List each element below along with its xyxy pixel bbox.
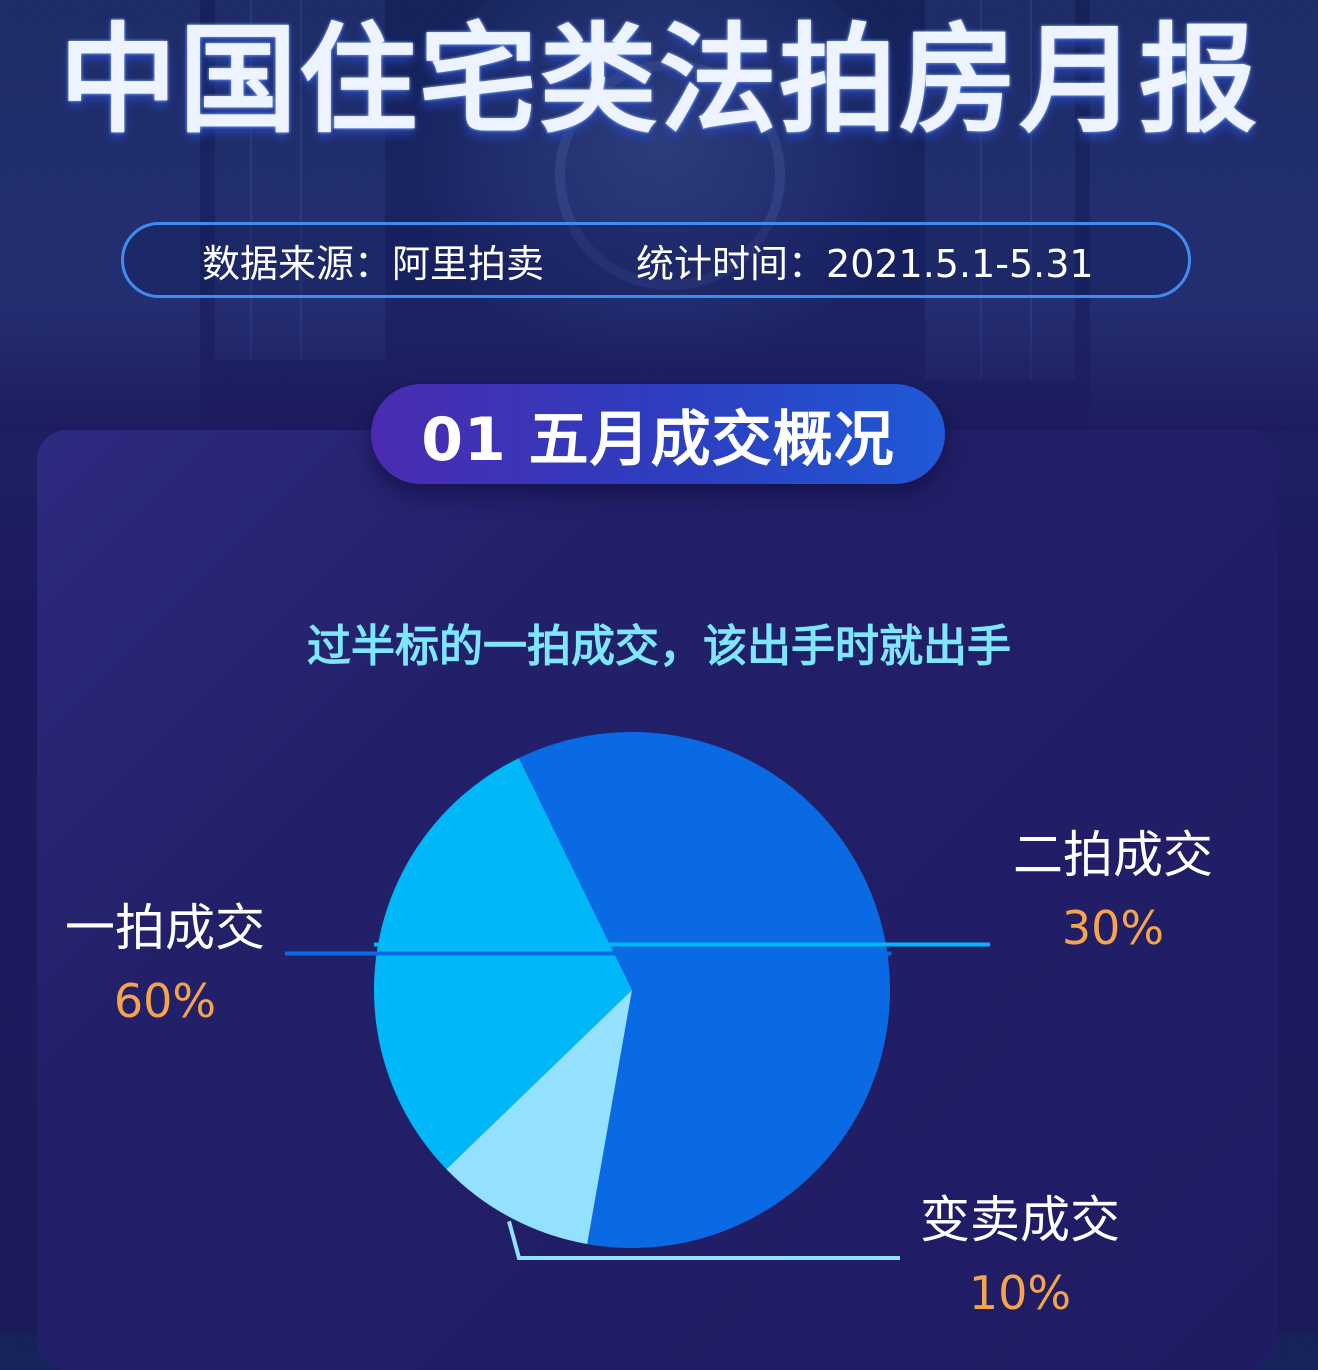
slice-label: 一拍成交 <box>65 899 265 957</box>
slice-percent-label: 60% <box>114 974 216 1028</box>
slice-label: 变卖成交 <box>920 1191 1120 1249</box>
pie-chart: 一拍成交 60% 二拍成交 30% 变卖成交 10% <box>65 732 1213 1320</box>
slice-percent-label: 10% <box>969 1266 1071 1320</box>
slice-label: 二拍成交 <box>1013 826 1213 884</box>
slice-percent-label: 30% <box>1062 901 1164 955</box>
